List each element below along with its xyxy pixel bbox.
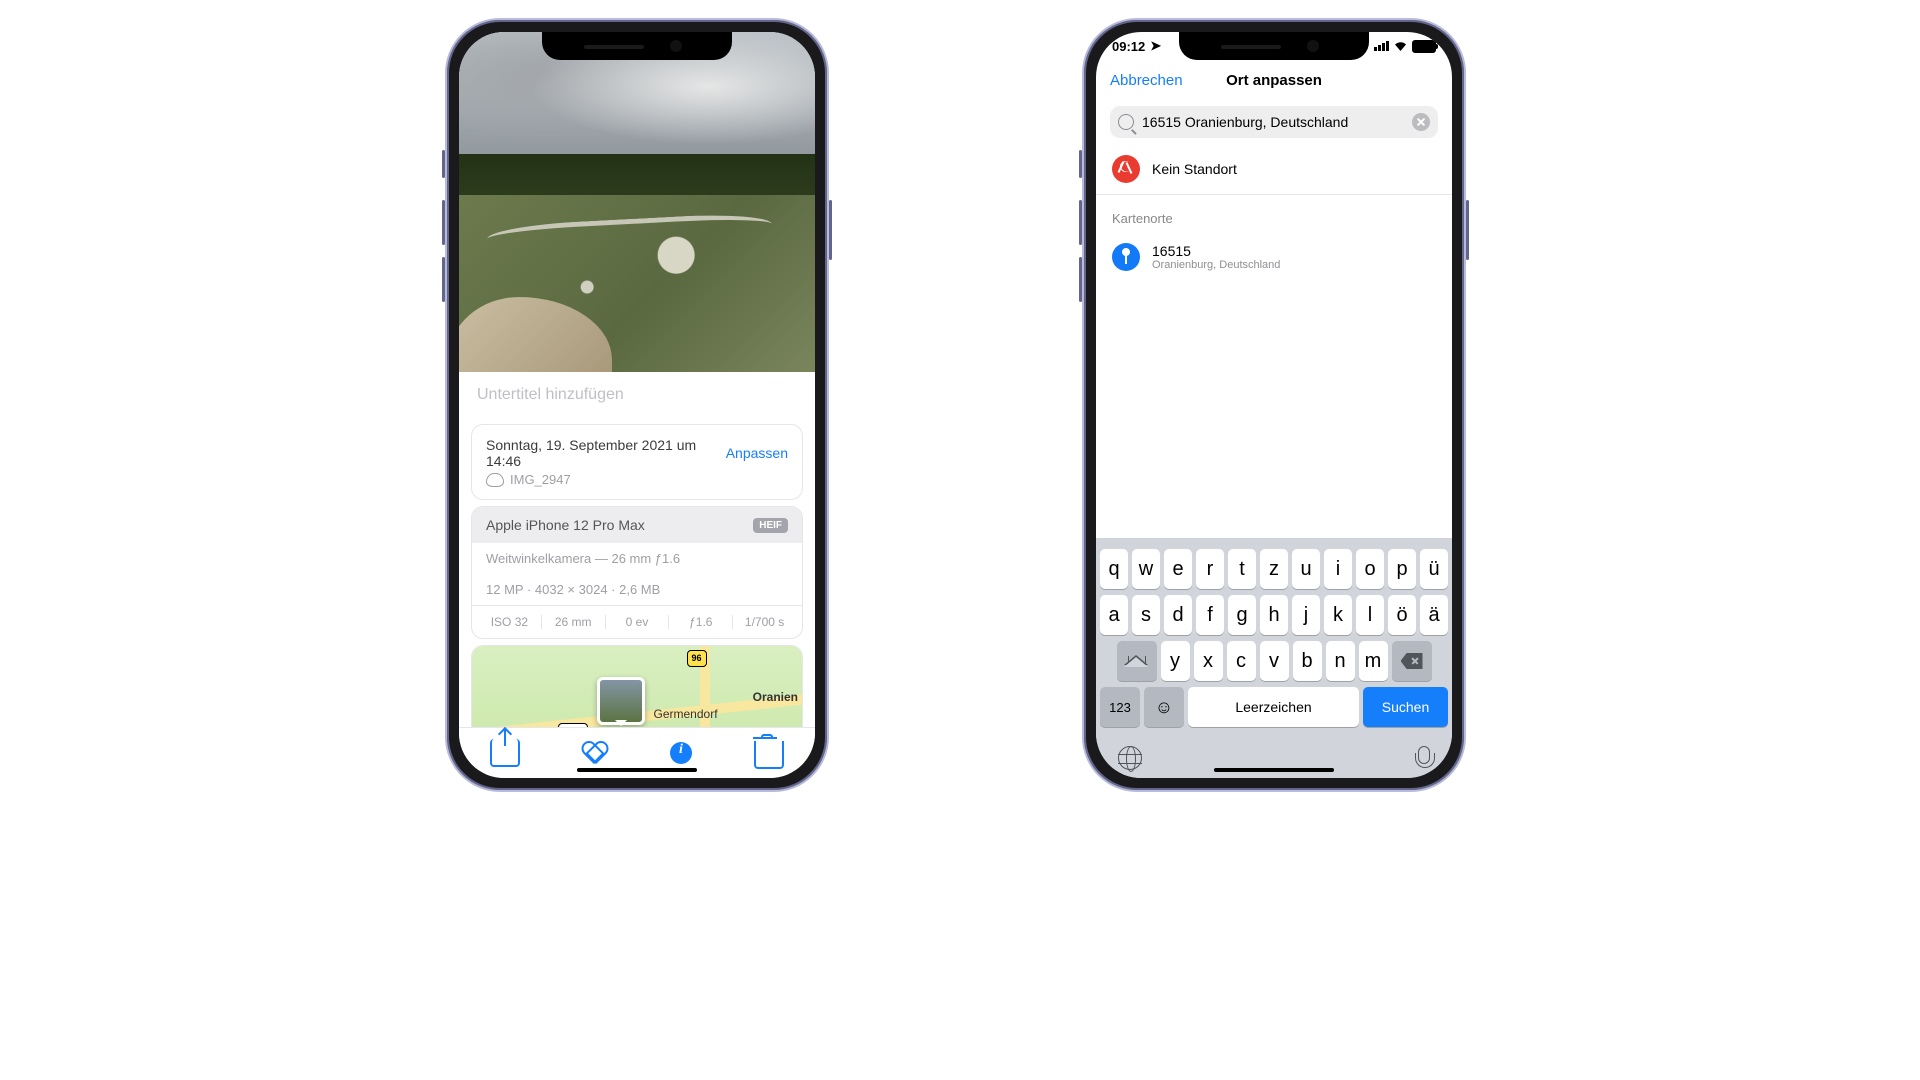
cloud-icon bbox=[486, 473, 504, 487]
keyboard-row-3: y x c v b n m bbox=[1096, 638, 1452, 684]
info-icon[interactable]: i bbox=[670, 742, 692, 764]
location-arrow-icon: ➤ bbox=[1150, 38, 1161, 54]
no-location-icon bbox=[1112, 155, 1140, 183]
keyboard: q w e r t z u i o p ü a s d f g bbox=[1096, 538, 1452, 778]
trash-icon[interactable] bbox=[754, 741, 784, 769]
keyboard-row-1: q w e r t z u i o p ü bbox=[1096, 546, 1452, 592]
home-indicator[interactable] bbox=[577, 768, 697, 772]
emoji-key[interactable]: ☺ bbox=[1144, 687, 1184, 727]
device-name: Apple iPhone 12 Pro Max bbox=[486, 517, 645, 533]
map-city-label: Oranien bbox=[753, 690, 798, 704]
key-u[interactable]: u bbox=[1292, 549, 1320, 589]
key-oe[interactable]: ö bbox=[1388, 595, 1416, 635]
search-input[interactable] bbox=[1140, 113, 1412, 131]
no-location-label: Kein Standort bbox=[1152, 161, 1237, 177]
key-s[interactable]: s bbox=[1132, 595, 1160, 635]
notch bbox=[542, 32, 732, 60]
photo-preview[interactable] bbox=[459, 32, 815, 372]
key-v[interactable]: v bbox=[1260, 641, 1289, 681]
key-w[interactable]: w bbox=[1132, 549, 1160, 589]
notch bbox=[1179, 32, 1369, 60]
key-e[interactable]: e bbox=[1164, 549, 1192, 589]
key-k[interactable]: k bbox=[1324, 595, 1352, 635]
favorite-icon[interactable] bbox=[582, 740, 608, 766]
key-f[interactable]: f bbox=[1196, 595, 1224, 635]
keyboard-footer bbox=[1096, 746, 1452, 770]
key-t[interactable]: t bbox=[1228, 549, 1256, 589]
key-q[interactable]: q bbox=[1100, 549, 1128, 589]
key-ue[interactable]: ü bbox=[1420, 549, 1448, 589]
exif-specs: ISO 32 26 mm 0 ev ƒ1.6 1/700 s bbox=[472, 605, 802, 638]
key-z[interactable]: z bbox=[1260, 549, 1288, 589]
search-icon bbox=[1118, 114, 1134, 130]
nav-bar: Abbrechen Ort anpassen bbox=[1096, 60, 1452, 100]
cancel-button[interactable]: Abbrechen bbox=[1110, 72, 1183, 89]
key-o[interactable]: o bbox=[1356, 549, 1384, 589]
camera-info-card: Apple iPhone 12 Pro Max HEIF Weitwinkelk… bbox=[471, 506, 803, 639]
numbers-key[interactable]: 123 bbox=[1100, 687, 1140, 727]
lens-info: Weitwinkelkamera — 26 mm ƒ1.6 bbox=[472, 543, 802, 574]
wifi-icon bbox=[1393, 39, 1408, 54]
key-i[interactable]: i bbox=[1324, 549, 1352, 589]
key-l[interactable]: l bbox=[1356, 595, 1384, 635]
keyboard-row-4: 123 ☺ Leerzeichen Suchen bbox=[1096, 684, 1452, 730]
key-j[interactable]: j bbox=[1292, 595, 1320, 635]
backspace-icon bbox=[1401, 653, 1423, 669]
dimensions-info: 12 MP · 4032 × 3024 · 2,6 MB bbox=[472, 574, 802, 605]
key-c[interactable]: c bbox=[1227, 641, 1256, 681]
road-shield-96: 96 bbox=[687, 650, 707, 667]
photo-filename: IMG_2947 bbox=[510, 472, 571, 487]
map-sub-label: Germendorf bbox=[654, 707, 718, 721]
return-key[interactable]: Suchen bbox=[1363, 687, 1448, 727]
keyboard-row-2: a s d f g h j k l ö ä bbox=[1096, 592, 1452, 638]
mic-icon[interactable] bbox=[1418, 746, 1430, 764]
phone-frame-right: 09:12 ➤ Abbrechen Ort anpassen bbox=[1082, 18, 1466, 792]
key-a[interactable]: a bbox=[1100, 595, 1128, 635]
result-title: 16515 bbox=[1152, 243, 1280, 259]
key-b[interactable]: b bbox=[1293, 641, 1322, 681]
photo-date: Sonntag, 19. September 2021 um 14:46 bbox=[486, 437, 726, 469]
adjust-date-button[interactable]: Anpassen bbox=[726, 445, 788, 461]
format-badge: HEIF bbox=[753, 518, 788, 533]
search-result-row[interactable]: 16515 Oranienburg, Deutschland bbox=[1096, 232, 1452, 282]
key-y[interactable]: y bbox=[1161, 641, 1190, 681]
battery-icon bbox=[1412, 40, 1436, 53]
globe-icon[interactable] bbox=[1118, 746, 1142, 770]
search-field[interactable] bbox=[1110, 106, 1438, 138]
date-card: Sonntag, 19. September 2021 um 14:46 Anp… bbox=[471, 424, 803, 500]
key-n[interactable]: n bbox=[1326, 641, 1355, 681]
key-ae[interactable]: ä bbox=[1420, 595, 1448, 635]
clear-icon[interactable] bbox=[1412, 113, 1430, 131]
status-time: 09:12 bbox=[1112, 39, 1145, 54]
right-screen: 09:12 ➤ Abbrechen Ort anpassen bbox=[1096, 32, 1452, 778]
signal-icon bbox=[1374, 41, 1389, 51]
map-locations-header: Kartenorte bbox=[1096, 195, 1452, 232]
no-location-row[interactable]: Kein Standort bbox=[1096, 144, 1452, 195]
map-pin-icon bbox=[1112, 243, 1140, 271]
key-m[interactable]: m bbox=[1359, 641, 1388, 681]
key-g[interactable]: g bbox=[1228, 595, 1256, 635]
caption-field[interactable]: Untertitel hinzufügen bbox=[459, 372, 815, 418]
space-key[interactable]: Leerzeichen bbox=[1188, 687, 1359, 727]
key-x[interactable]: x bbox=[1194, 641, 1223, 681]
key-p[interactable]: p bbox=[1388, 549, 1416, 589]
share-icon[interactable] bbox=[490, 739, 520, 767]
key-h[interactable]: h bbox=[1260, 595, 1288, 635]
key-r[interactable]: r bbox=[1196, 549, 1224, 589]
phone-frame-left: Untertitel hinzufügen Sonntag, 19. Septe… bbox=[445, 18, 829, 792]
left-screen: Untertitel hinzufügen Sonntag, 19. Septe… bbox=[459, 32, 815, 778]
shift-key[interactable] bbox=[1117, 641, 1157, 681]
shift-icon bbox=[1128, 656, 1146, 666]
backspace-key[interactable] bbox=[1392, 641, 1432, 681]
home-indicator[interactable] bbox=[1214, 768, 1334, 772]
map-pin-icon bbox=[597, 677, 645, 725]
key-d[interactable]: d bbox=[1164, 595, 1192, 635]
result-subtitle: Oranienburg, Deutschland bbox=[1152, 259, 1280, 271]
